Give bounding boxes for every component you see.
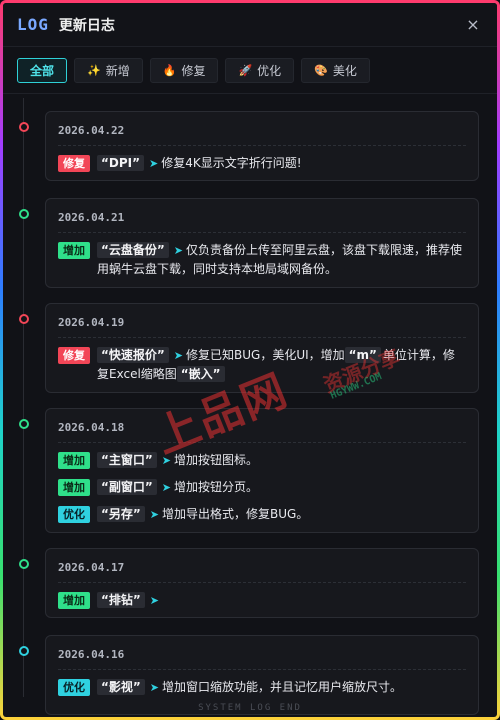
optimize-badge: 优化 xyxy=(58,506,90,523)
add-badge: 增加 xyxy=(58,479,90,496)
log-text: 增加按钮分页。 xyxy=(174,480,259,494)
log-text: 增加导出格式，修复BUG。 xyxy=(162,507,309,521)
log-entry: 增加 “主窗口” ➤ 增加按钮图标。 xyxy=(58,451,466,470)
log-entry: 增加 “排钻” ➤ xyxy=(58,591,466,610)
log-card: 2026.04.22 修复 “DPI” ➤ 修复4K显示文字折行问题! xyxy=(45,111,479,181)
timeline-dot xyxy=(19,122,29,132)
log-entry: 增加 “云盘备份” ➤ 仅负责备份上传至阿里云盘，该盘下载限速，推荐使用蜗牛云盘下载… xyxy=(58,241,466,279)
rocket-icon: 🚀 xyxy=(238,64,253,77)
tab-all[interactable]: 全部 xyxy=(17,58,68,83)
arrow-icon: ➤ xyxy=(149,157,159,170)
feature-keyword: “影视” xyxy=(97,679,145,695)
arrow-icon: ➤ xyxy=(173,244,183,257)
fire-icon: 🔥 xyxy=(162,64,177,77)
timeline-dot xyxy=(19,314,29,324)
fix-badge: 修复 xyxy=(58,347,90,364)
add-badge: 增加 xyxy=(58,242,90,259)
timeline-dot xyxy=(19,209,29,219)
log-entry: 修复 “DPI” ➤ 修复4K显示文字折行问题! xyxy=(58,154,466,173)
arrow-icon: ➤ xyxy=(173,349,183,362)
add-badge: 增加 xyxy=(58,592,90,609)
window-header: LOG 更新日志 × xyxy=(3,3,497,47)
log-date: 2026.04.21 xyxy=(58,199,466,233)
optimize-badge: 优化 xyxy=(58,679,90,696)
log-text: 修复4K显示文字折行问题! xyxy=(161,156,302,170)
feature-keyword: “排钻” xyxy=(97,592,145,608)
log-date: 2026.04.17 xyxy=(58,549,466,583)
arrow-icon: ➤ xyxy=(149,508,159,521)
arrow-icon: ➤ xyxy=(149,681,159,694)
close-icon[interactable]: × xyxy=(463,15,483,34)
sparkles-icon: ✨ xyxy=(87,64,101,77)
timeline-dot xyxy=(19,646,29,656)
footer-text: SYSTEM LOG END xyxy=(198,703,302,713)
log-card: 2026.04.17 增加 “排钻” ➤ xyxy=(45,548,479,618)
tab-label: 优化 xyxy=(257,64,282,78)
feature-keyword: “另存” xyxy=(97,506,145,522)
header-divider xyxy=(3,93,497,94)
timeline-line xyxy=(23,98,24,697)
feature-keyword: “主窗口” xyxy=(97,452,157,468)
log-text: 增加窗口缩放功能，并且记忆用户缩放尺寸。 xyxy=(162,680,403,694)
log-logo: LOG xyxy=(17,15,49,34)
arrow-icon: ➤ xyxy=(161,481,171,494)
add-badge: 增加 xyxy=(58,452,90,469)
feature-keyword: “副窗口” xyxy=(97,479,157,495)
tab-label: 美化 xyxy=(332,64,357,78)
feature-keyword: “快速报价” xyxy=(97,347,169,363)
arrow-icon: ➤ xyxy=(149,594,159,607)
tab-beautify[interactable]: 🎨 美化 xyxy=(301,58,370,83)
tab-fix[interactable]: 🔥 修复 xyxy=(149,58,219,83)
log-entry: 增加 “副窗口” ➤ 增加按钮分页。 xyxy=(58,478,466,497)
log-date: 2026.04.16 xyxy=(58,636,466,670)
fix-badge: 修复 xyxy=(58,155,90,172)
filter-tabs: 全部 ✨ 新增 🔥 修复 🚀 优化 🎨 美化 xyxy=(17,58,370,83)
timeline-dot xyxy=(19,559,29,569)
feature-keyword: “云盘备份” xyxy=(97,242,169,258)
palette-icon: 🎨 xyxy=(314,64,328,77)
log-entry: 优化 “影视” ➤ 增加窗口缩放功能，并且记忆用户缩放尺寸。 xyxy=(58,678,466,697)
log-entry: 优化 “另存” ➤ 增加导出格式，修复BUG。 xyxy=(58,505,466,524)
timeline-dot xyxy=(19,419,29,429)
log-card: 2026.04.21 增加 “云盘备份” ➤ 仅负责备份上传至阿里云盘，该盘下载限速… xyxy=(45,198,479,288)
tab-label: 新增 xyxy=(105,64,130,78)
window-title: 更新日志 xyxy=(58,17,115,34)
feature-keyword: “DPI” xyxy=(97,155,144,171)
tab-label: 修复 xyxy=(181,64,206,78)
log-date: 2026.04.22 xyxy=(58,112,466,146)
tab-label: 全部 xyxy=(30,64,55,78)
changelog-window: LOG 更新日志 × 全部 ✨ 新增 🔥 修复 🚀 优化 🎨 美化 2026.0… xyxy=(0,0,500,720)
log-date: 2026.04.19 xyxy=(58,304,466,338)
tab-new[interactable]: ✨ 新增 xyxy=(74,58,143,83)
tab-optimize[interactable]: 🚀 优化 xyxy=(225,58,295,83)
